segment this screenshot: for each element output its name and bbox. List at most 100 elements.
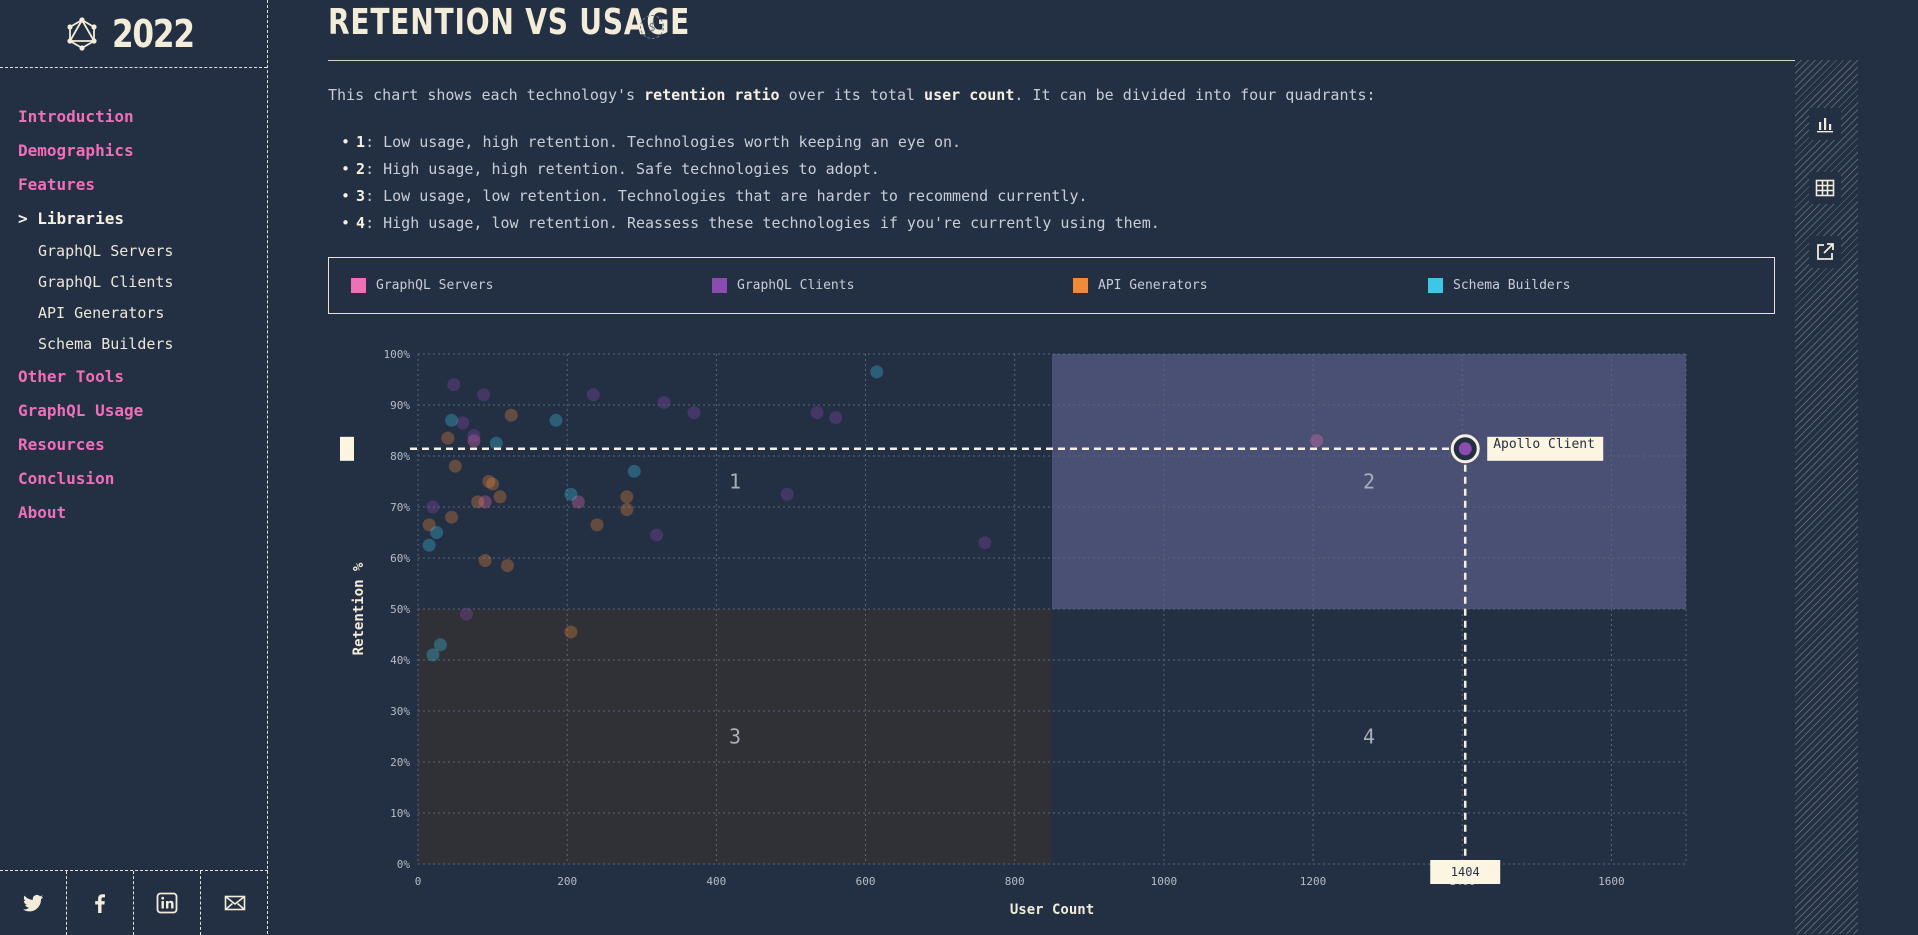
intro-bold-retention: retention ratio [644, 86, 779, 104]
quadrant-list: 1: Low usage, high retention. Technologi… [354, 132, 1160, 240]
y-tick-label: 90% [390, 399, 410, 412]
nav-item-graphql-usage[interactable]: GraphQL Usage [0, 394, 267, 428]
share-button[interactable] [1809, 236, 1841, 268]
data-point [811, 406, 824, 419]
chart-view-button[interactable] [1809, 108, 1841, 140]
table-view-button[interactable] [1809, 172, 1841, 204]
data-point [564, 625, 577, 638]
x-tick-label: 400 [706, 875, 726, 888]
data-point [505, 409, 518, 422]
logo[interactable]: 2022 [0, 0, 267, 68]
legend-item-schema-builders[interactable]: Schema Builders [1428, 278, 1570, 293]
legend-swatch [351, 278, 366, 293]
data-point [445, 511, 458, 524]
data-point [486, 478, 499, 491]
x-tick-label: 800 [1005, 875, 1025, 888]
data-point [471, 495, 484, 508]
nav-item-features[interactable]: Features [0, 168, 267, 202]
linkedin-icon [155, 891, 179, 915]
x-tick-label: 0 [415, 875, 422, 888]
data-point [978, 536, 991, 549]
chart-toolbar [1795, 60, 1858, 934]
facebook-share-button[interactable] [67, 871, 134, 935]
nav-sub-schema-builders[interactable]: Schema Builders [0, 329, 267, 360]
y-tick-label: 80% [390, 450, 410, 463]
nav-sub-graphql-servers[interactable]: GraphQL Servers [0, 236, 267, 267]
linkedin-share-button[interactable] [134, 871, 201, 935]
legend-item-graphql-servers[interactable]: GraphQL Servers [351, 278, 493, 293]
twitter-icon [21, 891, 45, 915]
y-tick-label: 50% [390, 603, 410, 616]
data-point [501, 559, 514, 572]
data-point [1310, 434, 1323, 447]
y-tick-label: 40% [390, 654, 410, 667]
dollar-icon[interactable]: $ [640, 15, 664, 39]
x-tick-label: 1600 [1598, 875, 1625, 888]
page-title: RETENTION VS USAGE [328, 2, 690, 43]
twitter-share-button[interactable] [0, 871, 67, 935]
intro-text-1: This chart shows each technology's [328, 86, 644, 104]
data-point [650, 529, 663, 542]
y-tick-label: 60% [390, 552, 410, 565]
email-icon [223, 891, 247, 915]
intro-text-2: over its total [780, 86, 925, 104]
quadrant-label-4: 4 [1363, 725, 1375, 749]
data-point [658, 396, 671, 409]
x-axis-label: User Count [1010, 902, 1094, 918]
legend-swatch [1428, 278, 1443, 293]
data-point [426, 648, 439, 661]
quadrant-item-3: 3: Low usage, low retention. Technologie… [354, 186, 1160, 213]
data-point [441, 432, 454, 445]
data-point [426, 501, 439, 514]
y-tick-label: 20% [390, 756, 410, 769]
legend-item-api-generators[interactable]: API Generators [1073, 278, 1208, 293]
y-tick-label: 70% [390, 501, 410, 514]
data-point [456, 416, 469, 429]
x-tick-label: 200 [557, 875, 577, 888]
quadrant-item-1: 1: Low usage, high retention. Technologi… [354, 132, 1160, 159]
data-point [620, 503, 633, 516]
y-tick-label: 30% [390, 705, 410, 718]
nav-item-resources[interactable]: Resources [0, 428, 267, 462]
nav-item-other-tools[interactable]: Other Tools [0, 360, 267, 394]
email-share-button[interactable] [201, 871, 268, 935]
y-axis-label: Retention % [351, 562, 367, 655]
external-link-icon [1814, 241, 1836, 263]
legend-item-graphql-clients[interactable]: GraphQL Clients [712, 278, 854, 293]
nav-sub-api-generators[interactable]: API Generators [0, 298, 267, 329]
data-point [829, 411, 842, 424]
nav-item-libraries[interactable]: Libraries [0, 202, 267, 236]
data-point [423, 539, 436, 552]
data-point [591, 518, 604, 531]
data-point [494, 490, 507, 503]
title-divider [328, 60, 1858, 61]
legend-label: GraphQL Clients [737, 278, 854, 293]
y-tick-label: 100% [384, 348, 411, 361]
nav-item-conclusion[interactable]: Conclusion [0, 462, 267, 496]
highlight-point [1459, 442, 1472, 455]
data-point [445, 414, 458, 427]
intro-bold-user-count: user count [924, 86, 1014, 104]
nav-item-about[interactable]: About [0, 496, 267, 530]
highlight-y-label-box [340, 437, 354, 461]
facebook-icon [88, 891, 112, 915]
nav-sub-graphql-clients[interactable]: GraphQL Clients [0, 267, 267, 298]
quadrant-text: : Low usage, high retention. Technologie… [365, 133, 961, 151]
data-point [564, 488, 577, 501]
x-tick-label: 1200 [1300, 875, 1327, 888]
chart-legend: GraphQL Servers GraphQL Clients API Gene… [328, 257, 1775, 314]
quadrant-number: 3 [356, 187, 365, 205]
quadrant-text: : High usage, high retention. Safe techn… [365, 160, 880, 178]
intro-text-3: . It can be divided into four quadrants: [1014, 86, 1375, 104]
y-tick-label: 10% [390, 807, 410, 820]
graphql-logo-icon [65, 17, 99, 51]
nav-item-introduction[interactable]: Introduction [0, 100, 267, 134]
y-tick-label: 0% [397, 858, 411, 871]
legend-swatch [712, 278, 727, 293]
data-point [781, 488, 794, 501]
nav-item-demographics[interactable]: Demographics [0, 134, 267, 168]
data-point [460, 608, 473, 621]
quadrant-number: 2 [356, 160, 365, 178]
table-icon [1814, 177, 1836, 199]
quadrant-label-2: 2 [1363, 470, 1375, 494]
